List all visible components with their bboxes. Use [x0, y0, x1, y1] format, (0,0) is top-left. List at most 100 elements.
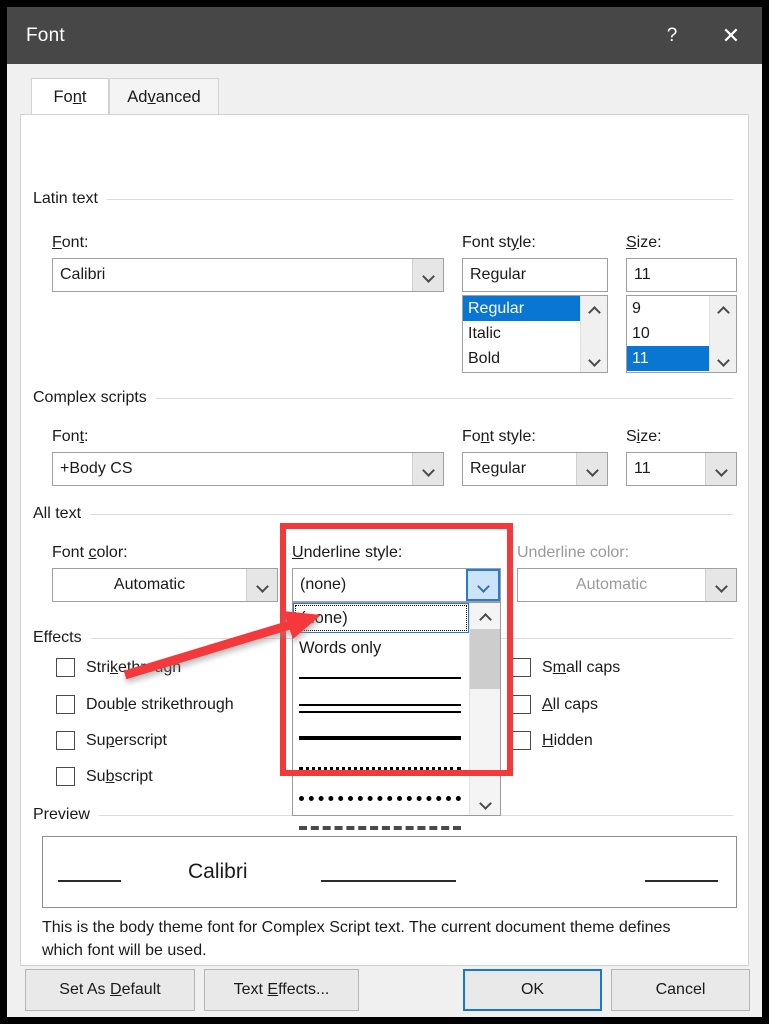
ok-button[interactable]: OK [463, 969, 602, 1011]
scroll-up-icon[interactable] [710, 296, 736, 322]
set-as-default-label: Set As Default [59, 981, 160, 999]
checkbox-all-caps[interactable]: All caps [512, 695, 598, 714]
checkbox-hidden-box[interactable] [512, 731, 531, 750]
set-as-default-button[interactable]: Set As Default [25, 969, 195, 1011]
checkbox-strikethrough[interactable]: Strikethrough [56, 658, 181, 677]
latin-style-list-items: Regular Italic Bold [463, 296, 580, 372]
underline-style-options: (none) Words only [293, 603, 469, 815]
latin-size-scrollbar[interactable] [709, 296, 736, 372]
underline-color-chevron-down-icon[interactable] [705, 569, 736, 601]
font-color-combo[interactable]: Automatic [52, 568, 278, 602]
fine-dotted-line-icon [299, 767, 461, 770]
tab-font-label: Font [53, 88, 86, 107]
cs-size-chevron-down-icon[interactable] [705, 453, 736, 485]
cs-size-combo[interactable]: 11 [626, 452, 737, 486]
latin-font-value: Calibri [53, 266, 412, 284]
latin-style-listbox[interactable]: Regular Italic Bold [462, 295, 608, 373]
underline-style-scroll-thumb[interactable] [470, 629, 500, 689]
latin-font-chevron-down-icon[interactable] [412, 259, 443, 291]
underline-option-thick-line[interactable] [293, 723, 469, 753]
checkbox-small-caps-box[interactable] [512, 658, 531, 677]
checkbox-double-strikethrough[interactable]: Double strikethrough [56, 695, 234, 714]
group-latin-text-label: Latin text [33, 190, 107, 208]
latin-font-label: Font: [52, 234, 88, 252]
tab-advanced[interactable]: Advanced [109, 78, 219, 115]
list-item[interactable]: Regular [463, 296, 580, 321]
text-effects-label: Text Effects... [234, 981, 330, 999]
latin-size-scroll-track[interactable] [710, 322, 736, 346]
scroll-down-icon[interactable] [470, 789, 500, 815]
help-icon[interactable]: ? [644, 7, 700, 64]
cs-style-label: Font style: [462, 428, 536, 446]
cs-size-label: Size: [626, 428, 662, 446]
underline-style-chevron-down-icon[interactable] [466, 569, 500, 601]
underline-option-double-line[interactable] [293, 693, 469, 723]
latin-style-scroll-track[interactable] [581, 322, 607, 346]
font-color-chevron-down-icon[interactable] [246, 569, 277, 601]
underline-color-combo[interactable]: Automatic [517, 568, 737, 602]
close-icon[interactable]: ✕ [700, 7, 762, 64]
latin-style-label: Font style: [462, 234, 536, 252]
latin-font-combo[interactable]: Calibri [52, 258, 444, 292]
underline-style-scrollbar[interactable] [469, 603, 500, 815]
checkbox-subscript-box[interactable] [56, 767, 75, 786]
checkbox-strikethrough-box[interactable] [56, 658, 75, 677]
checkbox-subscript[interactable]: Subscript [56, 767, 153, 786]
list-item[interactable]: 9 [627, 296, 709, 321]
checkbox-double-strikethrough-label: Double strikethrough [86, 696, 234, 714]
latin-style-input[interactable]: Regular [462, 258, 608, 292]
cs-size-value: 11 [627, 460, 705, 478]
latin-size-listbox[interactable]: 9 10 11 [626, 295, 737, 373]
latin-size-label: Size: [626, 234, 662, 252]
checkbox-superscript-box[interactable] [56, 731, 75, 750]
checkbox-small-caps-label: Small caps [542, 659, 620, 677]
underline-style-dropdown[interactable]: (none) Words only [292, 602, 501, 816]
tab-advanced-label: Advanced [127, 88, 200, 107]
checkbox-superscript-label: Superscript [86, 732, 167, 750]
underline-option-single-line[interactable] [293, 663, 469, 693]
checkbox-superscript[interactable]: Superscript [56, 731, 167, 750]
font-color-label: Font color: [52, 544, 128, 562]
underline-style-combo[interactable]: (none) [292, 568, 501, 602]
group-all-text-label: All text [33, 505, 90, 523]
group-latin-text: Latin text [33, 190, 733, 208]
cs-font-label: Font: [52, 428, 88, 446]
tab-font[interactable]: Font [31, 78, 109, 115]
underline-option-fine-dotted-line[interactable] [293, 753, 469, 783]
text-effects-button[interactable]: Text Effects... [204, 969, 359, 1011]
underline-option-words-only[interactable]: Words only [293, 633, 469, 663]
preview-underline-right [645, 880, 718, 882]
checkbox-double-strikethrough-box[interactable] [56, 695, 75, 714]
checkbox-all-caps-box[interactable] [512, 695, 531, 714]
scroll-down-icon[interactable] [710, 346, 736, 372]
latin-size-input[interactable]: 11 [626, 258, 737, 292]
single-line-icon [299, 677, 461, 679]
scroll-up-icon[interactable] [470, 603, 500, 629]
dialog-body: Font Advanced Latin text Font: Calibri F… [7, 64, 762, 1017]
preview-sample-text: Calibri [188, 860, 248, 884]
group-all-text: All text [33, 505, 733, 523]
underline-option-dashed-line[interactable] [293, 813, 469, 843]
cs-font-chevron-down-icon[interactable] [412, 453, 443, 485]
scroll-down-icon[interactable] [581, 346, 607, 372]
checkbox-hidden[interactable]: Hidden [512, 731, 593, 750]
group-complex-scripts: Complex scripts [33, 389, 733, 407]
scroll-up-icon[interactable] [581, 296, 607, 322]
underline-style-scroll-track[interactable] [470, 629, 500, 789]
checkbox-hidden-label: Hidden [542, 732, 593, 750]
cs-style-chevron-down-icon[interactable] [576, 453, 607, 485]
latin-size-list-items: 9 10 11 [627, 296, 709, 372]
list-item[interactable]: 11 [627, 346, 709, 371]
underline-option-none[interactable]: (none) [293, 603, 469, 633]
list-item[interactable]: Italic [463, 321, 580, 346]
list-item[interactable]: Bold [463, 346, 580, 371]
checkbox-small-caps[interactable]: Small caps [512, 658, 620, 677]
cs-font-combo[interactable]: +Body CS [52, 452, 444, 486]
group-complex-scripts-rule [156, 398, 733, 399]
underline-option-bold-dotted-line[interactable] [293, 783, 469, 813]
cs-style-combo[interactable]: Regular [462, 452, 608, 486]
latin-style-scrollbar[interactable] [580, 296, 607, 372]
cs-style-value: Regular [463, 460, 576, 478]
list-item[interactable]: 10 [627, 321, 709, 346]
cancel-button[interactable]: Cancel [611, 969, 750, 1011]
